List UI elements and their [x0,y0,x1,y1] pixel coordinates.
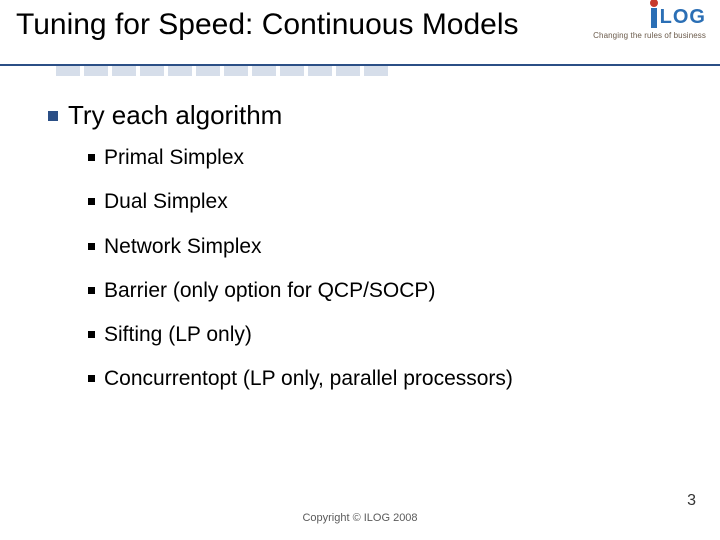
rule-blocks-icon [56,66,388,76]
logo: LOG Changing the rules of business [593,6,706,40]
square-bullet-icon [88,198,95,205]
square-bullet-icon [48,111,58,121]
list-item: Barrier (only option for QCP/SOCP) [88,278,680,304]
list-item-label: Primal Simplex [104,145,244,171]
list-item: Sifting (LP only) [88,322,680,348]
sub-list: Primal Simplex Dual Simplex Network Simp… [88,145,680,393]
title-area: Tuning for Speed: Continuous Models LOG … [0,0,720,64]
heading-item: Try each algorithm [48,100,680,131]
slide-title: Tuning for Speed: Continuous Models [16,8,519,42]
list-item: Network Simplex [88,234,680,260]
logo-text: LOG [660,6,706,29]
footer-copyright: Copyright © ILOG 2008 [0,512,720,524]
heading-text: Try each algorithm [68,100,282,131]
slide: Tuning for Speed: Continuous Models LOG … [0,0,720,540]
list-item-label: Concurrentopt (LP only, parallel process… [104,366,513,392]
logo-tagline: Changing the rules of business [593,31,706,40]
page-number: 3 [687,492,696,510]
list-item-label: Network Simplex [104,234,262,260]
square-bullet-icon [88,243,95,250]
list-item-label: Sifting (LP only) [104,322,252,348]
square-bullet-icon [88,331,95,338]
logo-mark: LOG [593,6,706,29]
list-item: Concurrentopt (LP only, parallel process… [88,366,680,392]
square-bullet-icon [88,287,95,294]
content-area: Try each algorithm Primal Simplex Dual S… [0,76,720,393]
list-item: Primal Simplex [88,145,680,171]
list-item-label: Barrier (only option for QCP/SOCP) [104,278,435,304]
list-item-label: Dual Simplex [104,189,228,215]
square-bullet-icon [88,154,95,161]
square-bullet-icon [88,375,95,382]
list-item: Dual Simplex [88,189,680,215]
logo-i-icon [651,8,657,28]
title-underline [0,64,720,76]
